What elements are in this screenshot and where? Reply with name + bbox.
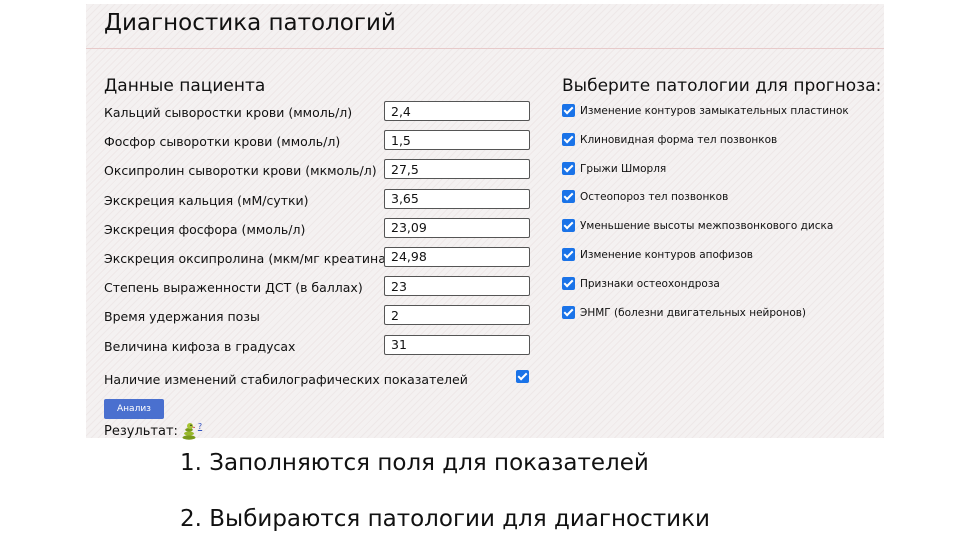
- instruction-note-2: 2. Выбираются патологии для диагностики: [180, 506, 710, 532]
- pathology-item[interactable]: Остеопороз тел позвонков: [562, 186, 882, 215]
- title-divider: [86, 48, 884, 49]
- pathology-item[interactable]: ЭНМГ (болезни двигательных нейронов): [562, 302, 882, 331]
- pathology-item[interactable]: Уменьшение высоты межпозвонкового диска: [562, 215, 882, 244]
- pathology-list: Изменение контуров замыкательных пластин…: [562, 100, 882, 330]
- field-row-calcium-serum: Кальций сыворостки крови (ммоль/л): [104, 100, 530, 129]
- field-row-phosphorus-serum: Фосфор сыворотки крови (ммоль/л): [104, 129, 530, 158]
- pathology-checkbox[interactable]: [562, 305, 575, 319]
- field-row-dst-score: Степень выраженности ДСТ (в баллах): [104, 275, 530, 304]
- field-label: Оксипролин сыворотки крови (мкмоль/л): [104, 163, 377, 179]
- field-label: Время удержания позы: [104, 309, 260, 325]
- result-help-link[interactable]: ?: [198, 422, 202, 431]
- dst-score-input[interactable]: [384, 276, 530, 297]
- field-label: Кальций сыворостки крови (ммоль/л): [104, 105, 353, 120]
- field-row-posture-time: Время удержания позы: [104, 304, 530, 333]
- pathology-label: Клиновидная форма тел позвонков: [580, 133, 778, 146]
- pathology-label: Изменение контуров апофизов: [580, 248, 753, 261]
- oxyproline-excretion-input[interactable]: [384, 246, 530, 267]
- patient-section-title: Данные пациента: [104, 76, 266, 96]
- calcium-serum-input[interactable]: [384, 101, 530, 121]
- kyphosis-input[interactable]: [384, 334, 530, 355]
- patient-fields: Кальций сыворостки крови (ммоль/л) Фосфо…: [104, 100, 530, 363]
- pathology-item[interactable]: Изменение контуров замыкательных пластин…: [562, 100, 882, 129]
- pathology-label: Уменьшение высоты межпозвонкового диска: [580, 220, 834, 233]
- calcium-excretion-input[interactable]: [384, 188, 530, 209]
- pathology-checkbox[interactable]: [562, 219, 575, 233]
- pathology-checkbox[interactable]: [562, 247, 575, 261]
- pathology-checkbox[interactable]: [562, 104, 575, 117]
- stabilography-row: Наличие изменений стабилографических пок…: [104, 368, 529, 388]
- field-row-phosphorus-excretion: Экскреция фосфора (ммоль/л): [104, 217, 530, 246]
- field-row-oxyproline-serum: Оксипролин сыворотки крови (мкмоль/л): [104, 158, 530, 187]
- field-row-oxyproline-excretion: Экскреция оксипролина (мкм/мг креатина): [104, 246, 530, 275]
- pathology-label: ЭНМГ (болезни двигательных нейронов): [580, 306, 807, 319]
- pathology-checkbox[interactable]: [562, 190, 575, 204]
- pathology-item[interactable]: Признаки остеохондроза: [562, 273, 882, 302]
- stabilography-label: Наличие изменений стабилографических пок…: [104, 372, 468, 387]
- result-row: Результат: ?: [104, 422, 202, 440]
- phosphorus-serum-input[interactable]: [384, 130, 530, 151]
- pathology-checkbox[interactable]: [562, 161, 575, 175]
- pathology-item[interactable]: Грыжи Шморля: [562, 158, 882, 187]
- oxyproline-serum-input[interactable]: [384, 159, 530, 180]
- pathology-checkbox[interactable]: [562, 132, 575, 146]
- stabilography-checkbox[interactable]: [516, 370, 529, 383]
- field-label: Экскреция кальция (мМ/сутки): [104, 192, 309, 208]
- field-label: Экскреция фосфора (ммоль/л): [104, 221, 306, 237]
- result-label: Результат:: [104, 423, 178, 439]
- field-row-calcium-excretion: Экскреция кальция (мМ/сутки): [104, 188, 530, 217]
- pathologies-section-title: Выберите патологии для прогноза:: [562, 76, 882, 96]
- pathology-label: Изменение контуров замыкательных пластин…: [580, 105, 849, 117]
- snake-icon: [181, 422, 197, 440]
- diagnostics-panel: Диагностика патологий Данные пациента Вы…: [86, 4, 884, 440]
- pathology-checkbox[interactable]: [562, 276, 575, 290]
- pathology-item[interactable]: Клиновидная форма тел позвонков: [562, 129, 882, 158]
- pathology-label: Признаки остеохондроза: [580, 277, 720, 290]
- instruction-note-1: 1. Заполняются поля для показателей: [180, 450, 649, 476]
- posture-time-input[interactable]: [384, 305, 530, 326]
- field-row-kyphosis: Величина кифоза в градусах: [104, 334, 530, 363]
- field-label: Фосфор сыворотки крови (ммоль/л): [104, 134, 341, 150]
- phosphorus-excretion-input[interactable]: [384, 217, 530, 238]
- pathology-label: Грыжи Шморля: [580, 162, 667, 175]
- field-label: Величина кифоза в градусах: [104, 338, 296, 354]
- page-title: Диагностика патологий: [104, 10, 396, 36]
- analyze-button[interactable]: Анализ: [104, 399, 164, 419]
- field-label: Степень выраженности ДСТ (в баллах): [104, 280, 363, 296]
- pathology-item[interactable]: Изменение контуров апофизов: [562, 244, 882, 273]
- pathology-label: Остеопороз тел позвонков: [580, 191, 729, 204]
- field-label: Экскреция оксипролина (мкм/мг креатина): [104, 250, 391, 266]
